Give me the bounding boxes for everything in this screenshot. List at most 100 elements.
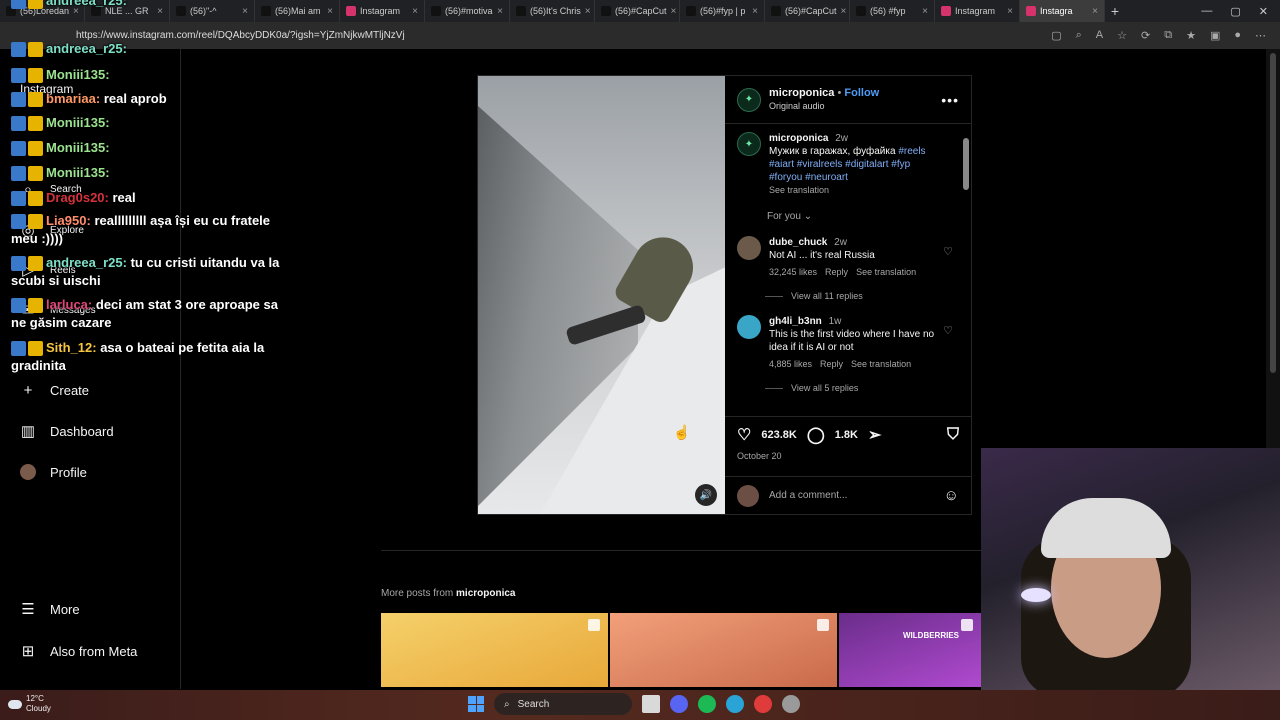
comments-scrollbar[interactable] — [961, 124, 969, 414]
weather-widget[interactable]: 12°C Cloudy — [8, 694, 51, 714]
author-avatar[interactable]: ✦ — [737, 87, 761, 112]
chat-username[interactable]: Moniii135: — [46, 67, 110, 82]
close-window-icon[interactable]: ✕ — [1259, 5, 1268, 18]
caption-username[interactable]: microponica — [769, 133, 828, 144]
spotify-icon[interactable] — [698, 695, 716, 713]
page-scrollbar[interactable] — [1266, 49, 1280, 448]
discord-icon[interactable] — [670, 695, 688, 713]
zoom-icon[interactable]: ⌕ — [1076, 29, 1082, 42]
comment-count[interactable]: 1.8K — [835, 429, 858, 441]
close-tab-icon[interactable]: × — [1092, 6, 1098, 17]
chat-username[interactable]: andreea_r25: — [46, 41, 127, 56]
commenter-avatar[interactable] — [737, 236, 761, 260]
sidebar-item-create[interactable]: + Create — [20, 382, 89, 399]
close-tab-icon[interactable]: × — [497, 6, 503, 17]
browser-tab[interactable]: Instagram × — [340, 0, 425, 22]
more-post-thumbnail[interactable]: WILDBERRIES — [839, 613, 981, 687]
chat-username[interactable]: andreea_r25: — [46, 255, 127, 270]
browser-tab[interactable]: (56)#motiva × — [425, 0, 510, 22]
caption-avatar[interactable]: ✦ — [737, 132, 761, 156]
extensions-icon[interactable]: ⟳ — [1141, 29, 1150, 42]
more-post-thumbnail[interactable] — [610, 613, 837, 687]
close-tab-icon[interactable]: × — [752, 6, 758, 17]
commenter-username[interactable]: gh4li_b3nn — [769, 316, 822, 327]
chat-username[interactable]: Lia950: — [46, 213, 91, 228]
chat-username[interactable]: Moniii135: — [46, 165, 110, 180]
volume-icon[interactable]: 🔊 — [695, 484, 717, 506]
close-tab-icon[interactable]: × — [327, 6, 333, 17]
audio-label[interactable]: Original audio — [769, 100, 879, 113]
browser-tab[interactable]: (56)#fyp | p × — [680, 0, 765, 22]
author-username[interactable]: microponica — [769, 87, 834, 99]
close-tab-icon[interactable]: × — [922, 6, 928, 17]
file-explorer-icon[interactable] — [642, 695, 660, 713]
follow-button[interactable]: Follow — [844, 87, 879, 99]
profile-icon[interactable]: ● — [1234, 29, 1241, 42]
sidebar-item-profile[interactable]: Profile — [20, 464, 87, 480]
comment-like-heart-icon[interactable]: ♡ — [943, 246, 953, 259]
close-tab-icon[interactable]: × — [841, 6, 847, 17]
like-heart-icon[interactable]: ♡ — [737, 425, 751, 445]
comment-likes[interactable]: 4,885 likes — [769, 358, 812, 371]
windows-start-icon[interactable] — [468, 696, 484, 712]
comment-bubble-icon[interactable]: ◯ — [807, 425, 825, 445]
favorites-bar-icon[interactable]: ★ — [1186, 29, 1196, 42]
reel-video[interactable]: 🔊 — [478, 76, 725, 514]
chat-username[interactable]: Sith_12: — [46, 340, 97, 355]
commenter-username[interactable]: dube_chuck — [769, 237, 827, 248]
like-count[interactable]: 623.8K — [761, 429, 796, 441]
hashtag-link[interactable]: #reels — [898, 146, 925, 157]
app-red-icon[interactable] — [754, 695, 772, 713]
collections-icon[interactable]: ▣ — [1210, 29, 1220, 42]
hashtag-links[interactable]: #aiart #viralreels #digitalart #fyp — [769, 158, 959, 171]
reply-button[interactable]: Reply — [820, 358, 843, 371]
obs-icon[interactable] — [782, 695, 800, 713]
chat-username[interactable]: larluca: — [46, 297, 92, 312]
see-translation-link[interactable]: See translation — [856, 266, 916, 279]
chat-username[interactable]: bmariaa: — [46, 91, 100, 106]
browser-tab[interactable]: (56) #fyp × — [850, 0, 935, 22]
maximize-icon[interactable]: ▢ — [1230, 5, 1240, 18]
edge-icon[interactable] — [726, 695, 744, 713]
see-translation-link[interactable]: See translation — [769, 184, 959, 197]
browser-tab[interactable]: (56)#CapCut × — [765, 0, 850, 22]
reply-button[interactable]: Reply — [825, 266, 848, 279]
chat-username[interactable]: andreea_r25: — [46, 0, 127, 8]
bookmark-icon[interactable]: ⛉ — [947, 426, 959, 444]
see-translation-link[interactable]: See translation — [851, 358, 911, 371]
sidebar-item-also-from-meta[interactable]: ⊞ Also from Meta — [20, 643, 138, 660]
browser-tab[interactable]: Instagram × — [935, 0, 1020, 22]
split-screen-icon[interactable]: ⧉ — [1164, 29, 1172, 42]
sidebar-item-more[interactable]: ☰ More — [20, 601, 79, 618]
comment-like-heart-icon[interactable]: ♡ — [943, 325, 953, 338]
new-tab-icon[interactable]: + — [1105, 3, 1125, 19]
view-replies-button[interactable]: View all 11 replies — [765, 291, 959, 301]
close-tab-icon[interactable]: × — [585, 6, 591, 17]
tab-action-icon[interactable]: ▢ — [1051, 29, 1061, 42]
chat-username[interactable]: Drag0s20: — [46, 190, 109, 205]
more-post-thumbnail[interactable] — [381, 613, 608, 687]
close-tab-icon[interactable]: × — [412, 6, 418, 17]
more-posts-username[interactable]: microponica — [456, 588, 515, 599]
comment-likes[interactable]: 32,245 likes — [769, 266, 817, 279]
commenter-avatar[interactable] — [737, 315, 761, 339]
comment-sort-dropdown[interactable]: For you ⌄ — [767, 211, 959, 222]
minimize-icon[interactable]: — — [1201, 5, 1212, 18]
share-icon[interactable]: ➢ — [868, 425, 881, 445]
close-tab-icon[interactable]: × — [671, 6, 677, 17]
browser-tab[interactable]: (56)#CapCut × — [595, 0, 680, 22]
scrollbar-thumb[interactable] — [963, 138, 969, 190]
sidebar-item-dashboard[interactable]: ▥ Dashboard — [20, 423, 114, 440]
view-replies-button[interactable]: View all 5 replies — [765, 383, 959, 393]
taskbar-search[interactable]: ⌕ Search — [494, 693, 632, 715]
chat-username[interactable]: Moniii135: — [46, 140, 110, 155]
more-icon[interactable]: ⋯ — [1255, 29, 1266, 42]
browser-tab[interactable]: Instagra × — [1020, 0, 1105, 22]
close-tab-icon[interactable]: × — [1007, 6, 1013, 17]
chat-username[interactable]: Moniii135: — [46, 115, 110, 130]
browser-tab[interactable]: (56)It's Chris × — [510, 0, 595, 22]
favorite-icon[interactable]: ☆ — [1117, 29, 1127, 42]
read-aloud-icon[interactable]: A — [1096, 29, 1103, 42]
emoji-icon[interactable]: ☺ — [944, 487, 959, 504]
more-options-icon[interactable]: ••• — [941, 92, 959, 108]
